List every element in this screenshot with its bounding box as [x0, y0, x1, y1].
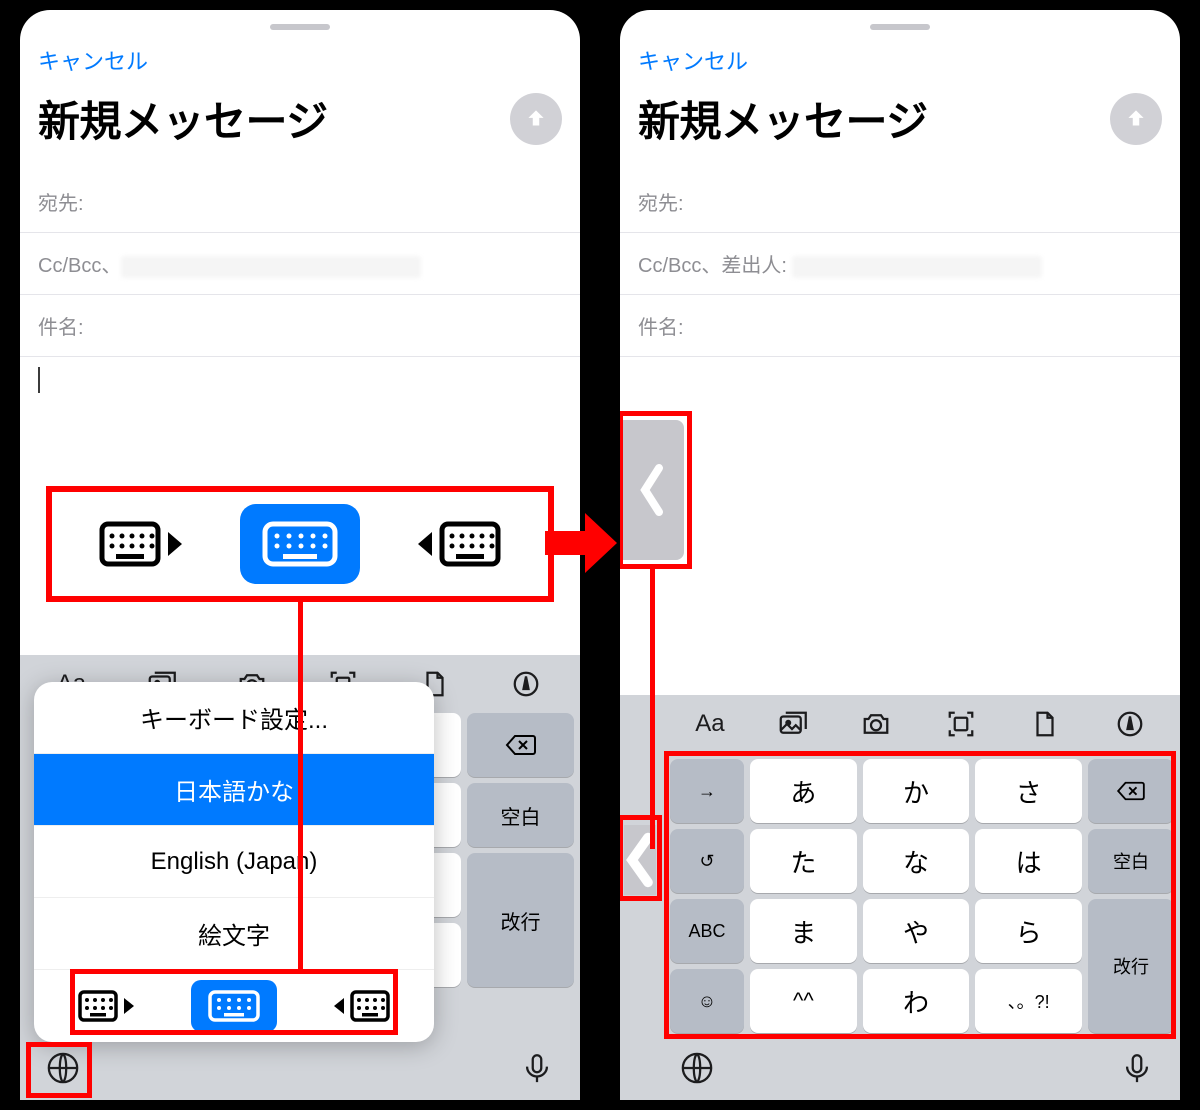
- globe-icon: [46, 1051, 80, 1085]
- keyboard-bottom-bar: [620, 1040, 1180, 1100]
- keyboard-switcher-popup: キーボード設定... 日本語かな English (Japan) 絵文字: [34, 682, 434, 1042]
- key-enter[interactable]: 改行: [1088, 899, 1174, 1033]
- markup-icon[interactable]: [509, 667, 543, 701]
- to-field[interactable]: 宛先:: [20, 171, 580, 233]
- scan-icon[interactable]: [944, 707, 978, 741]
- mic-icon: [520, 1051, 554, 1085]
- cancel-button[interactable]: キャンセル: [20, 36, 580, 76]
- keyboard-japanese-item[interactable]: 日本語かな: [34, 754, 434, 826]
- text-cursor: [38, 367, 40, 393]
- key-backspace[interactable]: [467, 713, 574, 777]
- to-field[interactable]: 宛先:: [620, 171, 1180, 233]
- key-emoji[interactable]: ☺: [670, 969, 744, 1033]
- key-kaomoji[interactable]: ^^: [750, 969, 857, 1033]
- transition-arrow: [540, 503, 620, 588]
- keyboard-position-bar: [46, 486, 554, 602]
- phone-left: キャンセル 新規メッセージ 宛先: Cc/Bcc、 件名: Aa: [20, 10, 580, 1100]
- sheet-grabber[interactable]: [870, 24, 930, 30]
- arrow-up-icon: [1123, 106, 1149, 132]
- keyboard-mode-row: [34, 970, 434, 1042]
- document-icon[interactable]: [1028, 707, 1062, 741]
- key-sa[interactable]: さ: [975, 759, 1082, 823]
- mic-icon: [1120, 1051, 1154, 1085]
- phone-right: キャンセル 新規メッセージ 宛先: Cc/Bcc、差出人: 件名: Aa: [620, 10, 1180, 1100]
- expand-handle-top[interactable]: [620, 420, 684, 560]
- globe-icon: [680, 1051, 714, 1085]
- sheet-grabber[interactable]: [270, 24, 330, 30]
- key-wa[interactable]: わ: [863, 969, 970, 1033]
- keyboard-left-button[interactable]: [81, 504, 201, 584]
- format-text-button[interactable]: Aa: [695, 710, 724, 738]
- body-field[interactable]: [620, 357, 1180, 567]
- backspace-icon: [1116, 780, 1146, 802]
- key-symbols[interactable]: 、。?!: [975, 969, 1082, 1033]
- key-undo[interactable]: ↺: [670, 829, 744, 893]
- dictation-button[interactable]: [1120, 1051, 1154, 1090]
- key-ka[interactable]: か: [863, 759, 970, 823]
- keyboard-center-button[interactable]: [240, 504, 360, 584]
- mode-left-button[interactable]: [64, 980, 150, 1032]
- cancel-button[interactable]: キャンセル: [620, 36, 1180, 76]
- keyboard-left-icon: [96, 516, 186, 572]
- keyboard-right-button[interactable]: [399, 504, 519, 584]
- key-space[interactable]: 空白: [467, 783, 574, 847]
- keyboard-center-icon: [255, 516, 345, 572]
- page-title: 新規メッセージ: [638, 88, 928, 149]
- key-next[interactable]: →: [670, 759, 744, 823]
- arrow-up-icon: [523, 106, 549, 132]
- globe-button[interactable]: [46, 1051, 80, 1090]
- body-field[interactable]: [20, 357, 580, 437]
- camera-icon[interactable]: [859, 707, 893, 741]
- send-button[interactable]: [1110, 93, 1162, 145]
- redacted: [792, 256, 1042, 278]
- subject-field[interactable]: 件名:: [20, 295, 580, 357]
- cc-field[interactable]: Cc/Bcc、: [20, 233, 580, 295]
- page-title: 新規メッセージ: [38, 88, 328, 149]
- connector-line-right: [650, 569, 655, 849]
- key-backspace[interactable]: [1088, 759, 1174, 823]
- key-a[interactable]: あ: [750, 759, 857, 823]
- keyboard-emoji-item[interactable]: 絵文字: [34, 898, 434, 970]
- redacted: [121, 256, 421, 278]
- backspace-icon: [505, 733, 537, 757]
- mode-center-button[interactable]: [191, 980, 277, 1032]
- keyboard-left-icon: [77, 986, 137, 1026]
- keyboard-area: Aa → あ か さ ↺ た な は 空白: [620, 695, 1180, 1100]
- key-ha[interactable]: は: [975, 829, 1082, 893]
- keyboard-settings-item[interactable]: キーボード設定...: [34, 682, 434, 754]
- dictation-button[interactable]: [520, 1051, 554, 1090]
- keyboard-right-icon: [331, 986, 391, 1026]
- keyboard-center-icon: [204, 986, 264, 1026]
- photo-library-icon[interactable]: [775, 707, 809, 741]
- kana-keyboard: → あ か さ ↺ た な は 空白 ABC ま や ら 改行 ☺ ^^ わ 、…: [620, 753, 1180, 1039]
- key-enter[interactable]: 改行: [467, 853, 574, 987]
- mode-right-button[interactable]: [318, 980, 404, 1032]
- keyboard-right-icon: [414, 516, 504, 572]
- cc-field[interactable]: Cc/Bcc、差出人:: [620, 233, 1180, 295]
- key-ta[interactable]: た: [750, 829, 857, 893]
- send-button[interactable]: [510, 93, 562, 145]
- format-toolbar: Aa: [620, 695, 1180, 753]
- globe-button[interactable]: [680, 1051, 714, 1090]
- key-space[interactable]: 空白: [1088, 829, 1174, 893]
- keyboard-bottom-bar: [20, 1040, 580, 1100]
- key-ya[interactable]: や: [863, 899, 970, 963]
- markup-icon[interactable]: [1113, 707, 1147, 741]
- subject-field[interactable]: 件名:: [620, 295, 1180, 357]
- key-abc[interactable]: ABC: [670, 899, 744, 963]
- chevron-left-icon: [637, 460, 667, 520]
- keyboard-english-item[interactable]: English (Japan): [34, 826, 434, 898]
- key-na[interactable]: な: [863, 829, 970, 893]
- connector-line: [298, 602, 303, 972]
- key-ra[interactable]: ら: [975, 899, 1082, 963]
- key-ma[interactable]: ま: [750, 899, 857, 963]
